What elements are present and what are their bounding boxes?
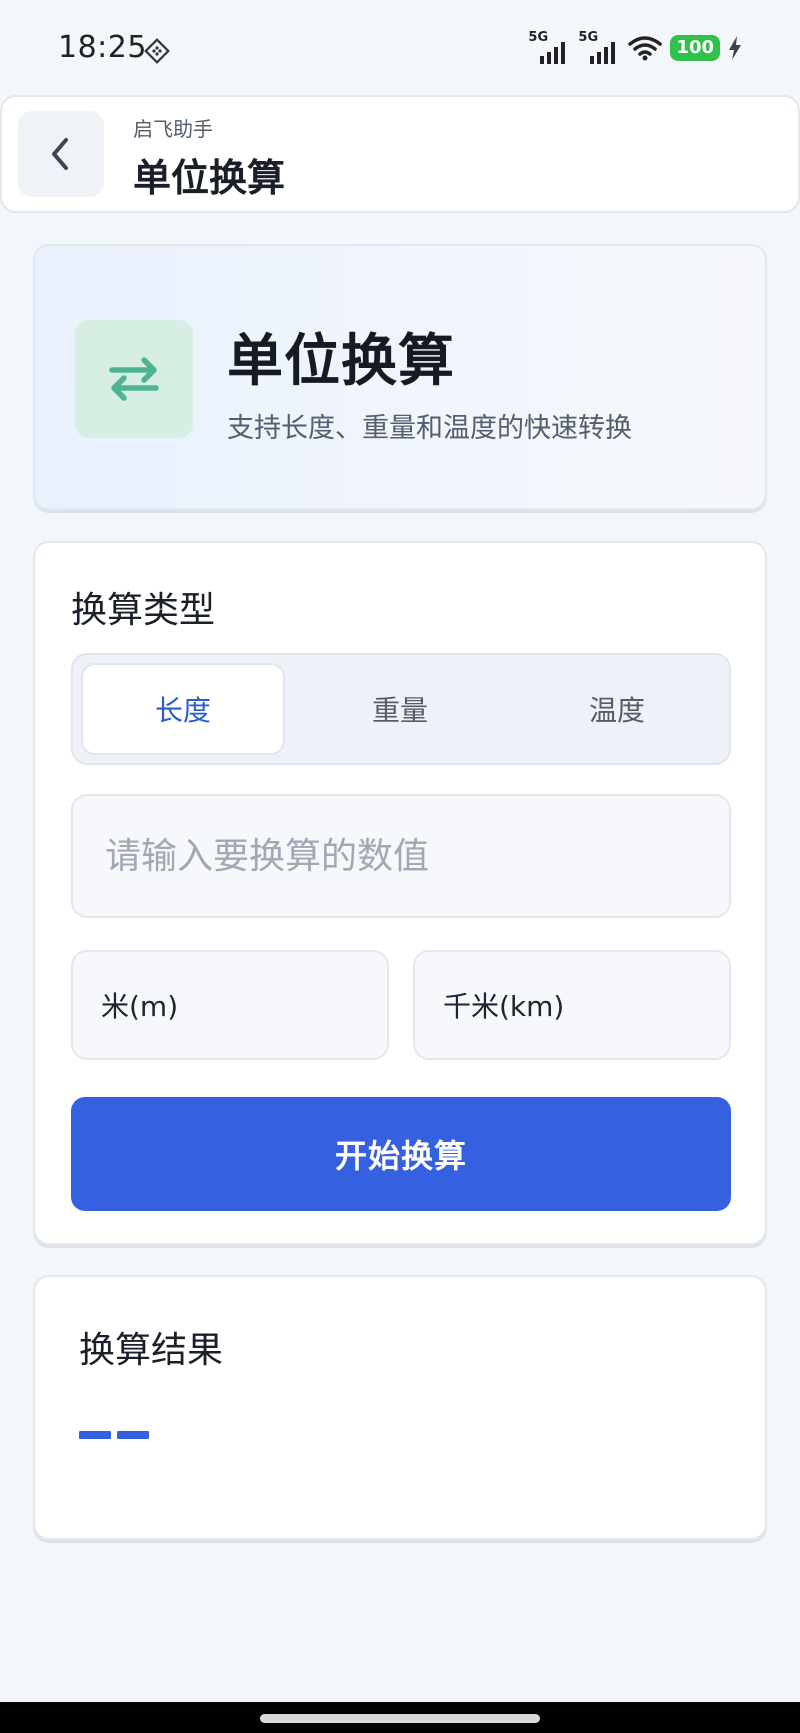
top-app-bar: 启飞助手 单位换算 (0, 95, 800, 213)
cell-signal-icon-1: 5G (528, 30, 570, 64)
conversion-type-heading: 换算类型 (71, 590, 216, 631)
result-dash (79, 1431, 111, 1439)
app-name: 启飞助手 (133, 117, 213, 141)
home-indicator[interactable] (260, 1714, 540, 1723)
page-title: 单位换算 (133, 156, 286, 200)
start-conversion-button[interactable]: 开始换算 (71, 1097, 731, 1211)
tab-temperature[interactable]: 温度 (515, 663, 719, 755)
chevron-left-icon (52, 138, 68, 170)
tab-length[interactable]: 长度 (81, 663, 285, 755)
hero-card: 单位换算 支持长度、重量和温度的快速转换 (33, 244, 767, 510)
conversion-type-tabs: 长度 重量 温度 (71, 653, 731, 765)
status-bar: 18:25 5G 5G 100 (0, 0, 800, 96)
hero-title: 单位换算 (227, 329, 455, 394)
converter-card: 换算类型 长度 重量 温度 米(m) 千米(km) 开始换算 (33, 541, 767, 1245)
wifi-icon (628, 36, 663, 61)
swap-arrows-icon (109, 357, 159, 401)
result-value: —— (79, 1427, 153, 1443)
cell-signal-icon-2: 5G (578, 30, 620, 64)
value-input[interactable] (71, 794, 731, 918)
from-unit-select[interactable]: 米(m) (71, 950, 389, 1060)
result-heading: 换算结果 (79, 1330, 224, 1371)
hero-icon-container (75, 320, 193, 438)
charging-icon (729, 36, 741, 60)
battery-level: 100 (670, 35, 720, 61)
hero-description: 支持长度、重量和温度的快速转换 (227, 413, 632, 444)
system-nav-bar (0, 1702, 800, 1733)
status-time: 18:25 (58, 30, 147, 65)
result-card: 换算结果 —— (33, 1275, 767, 1540)
tab-weight[interactable]: 重量 (298, 663, 502, 755)
nfc-icon (144, 38, 170, 64)
result-dash (117, 1431, 149, 1439)
to-unit-select[interactable]: 千米(km) (413, 950, 731, 1060)
back-button[interactable] (18, 111, 104, 197)
